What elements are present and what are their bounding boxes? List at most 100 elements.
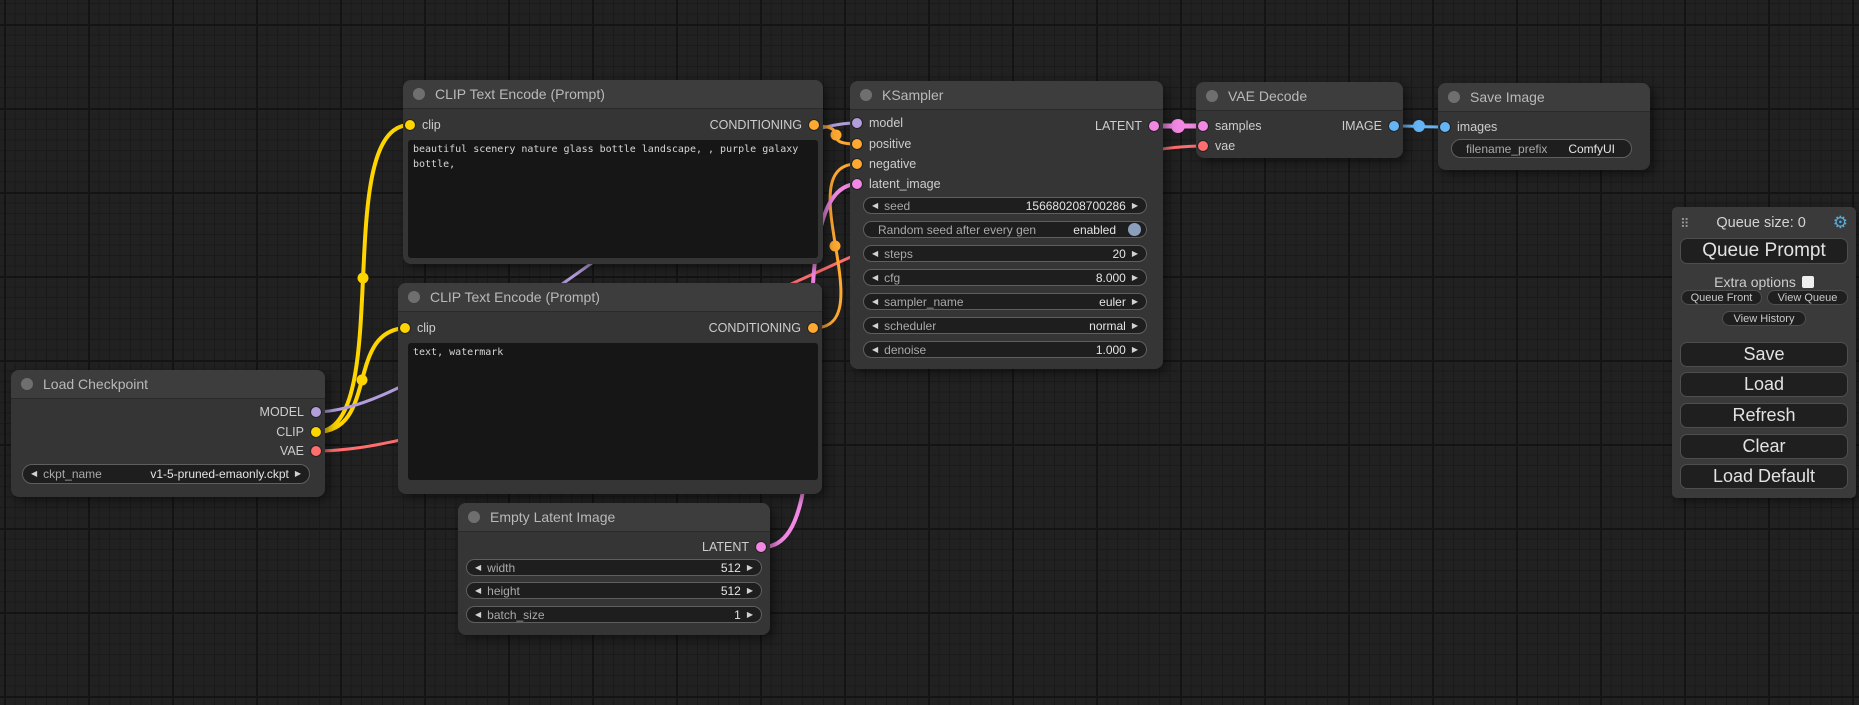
load-default-button[interactable]: Load Default bbox=[1680, 464, 1848, 489]
input-slot-clip[interactable]: clip bbox=[405, 117, 441, 133]
increment-icon[interactable]: ▶ bbox=[747, 587, 753, 595]
negative-input-dot[interactable] bbox=[852, 159, 862, 169]
output-slot-model[interactable]: MODEL bbox=[260, 404, 321, 420]
node-title-bar[interactable]: CLIP Text Encode (Prompt) bbox=[398, 283, 822, 312]
view-queue-button[interactable]: View Queue bbox=[1767, 290, 1848, 305]
conditioning-output-dot[interactable] bbox=[808, 323, 818, 333]
extra-options-label: Extra options bbox=[1714, 274, 1796, 290]
input-slot-vae[interactable]: vae bbox=[1198, 138, 1235, 154]
input-slot-samples[interactable]: samples bbox=[1198, 118, 1262, 134]
output-slot-vae[interactable]: VAE bbox=[280, 443, 321, 459]
settings-gear-icon[interactable]: ⚙ bbox=[1833, 215, 1848, 232]
vae-input-dot[interactable] bbox=[1198, 141, 1208, 151]
input-slot-latent-image[interactable]: latent_image bbox=[852, 176, 941, 192]
output-slot-latent[interactable]: LATENT bbox=[1095, 118, 1159, 134]
seed-widget[interactable]: ◀ seed 156680208700286 ▶ bbox=[863, 197, 1147, 214]
vae-output-dot[interactable] bbox=[311, 446, 321, 456]
random-seed-toggle-widget[interactable]: Random seed after every gen enabled bbox=[863, 221, 1147, 238]
node-clip-text-encode-negative[interactable]: CLIP Text Encode (Prompt) clip CONDITION… bbox=[398, 283, 822, 494]
decrement-icon[interactable]: ◀ bbox=[31, 470, 37, 478]
width-widget[interactable]: ◀ width 512 ▶ bbox=[466, 559, 762, 576]
node-title-bar[interactable]: Empty Latent Image bbox=[458, 503, 770, 532]
steps-widget[interactable]: ◀ steps 20 ▶ bbox=[863, 245, 1147, 262]
decrement-icon[interactable]: ◀ bbox=[475, 611, 481, 619]
input-slot-images[interactable]: images bbox=[1440, 119, 1497, 135]
output-slot-clip[interactable]: CLIP bbox=[276, 424, 321, 440]
conditioning-output-dot[interactable] bbox=[809, 120, 819, 130]
increment-icon[interactable]: ▶ bbox=[295, 470, 301, 478]
height-widget[interactable]: ◀ height 512 ▶ bbox=[466, 582, 762, 599]
output-slot-conditioning[interactable]: CONDITIONING bbox=[709, 320, 818, 336]
refresh-button[interactable]: Refresh bbox=[1680, 403, 1848, 428]
node-ksampler[interactable]: KSampler model positive negative latent_… bbox=[850, 81, 1163, 369]
clip-input-dot[interactable] bbox=[405, 120, 415, 130]
decrement-icon[interactable]: ◀ bbox=[872, 274, 878, 282]
queue-front-button[interactable]: Queue Front bbox=[1681, 290, 1762, 305]
increment-icon[interactable]: ▶ bbox=[1132, 298, 1138, 306]
output-slot-latent[interactable]: LATENT bbox=[702, 539, 766, 555]
clip-output-dot[interactable] bbox=[311, 427, 321, 437]
toggle-knob-icon[interactable] bbox=[1128, 223, 1141, 236]
clear-button[interactable]: Clear bbox=[1680, 434, 1848, 459]
filename-prefix-widget[interactable]: filename_prefix ComfyUI bbox=[1451, 139, 1632, 158]
output-slot-image[interactable]: IMAGE bbox=[1342, 118, 1399, 134]
decrement-icon[interactable]: ◀ bbox=[475, 564, 481, 572]
decrement-icon[interactable]: ◀ bbox=[872, 298, 878, 306]
node-title-bar[interactable]: Save Image bbox=[1438, 83, 1650, 112]
increment-icon[interactable]: ▶ bbox=[1132, 202, 1138, 210]
images-input-dot[interactable] bbox=[1440, 122, 1450, 132]
comfyui-canvas[interactable]: { "icons": { "gear": "⚙", "drag_handle":… bbox=[0, 0, 1859, 705]
node-clip-text-encode-positive[interactable]: CLIP Text Encode (Prompt) clip CONDITION… bbox=[403, 80, 823, 264]
node-empty-latent-image[interactable]: Empty Latent Image LATENT ◀ width 512 ▶ … bbox=[458, 503, 770, 635]
increment-icon[interactable]: ▶ bbox=[1132, 274, 1138, 282]
queue-prompt-button[interactable]: Queue Prompt bbox=[1680, 238, 1848, 264]
node-title-bar[interactable]: KSampler bbox=[850, 81, 1163, 110]
node-load-checkpoint[interactable]: Load Checkpoint MODEL CLIP VAE ◀ ckpt_na… bbox=[11, 370, 325, 497]
input-slot-positive[interactable]: positive bbox=[852, 136, 911, 152]
batch-size-widget[interactable]: ◀ batch_size 1 ▶ bbox=[466, 606, 762, 623]
samples-input-dot[interactable] bbox=[1198, 121, 1208, 131]
ckpt-name-widget[interactable]: ◀ ckpt_name v1-5-pruned-emaonly.ckpt ▶ bbox=[22, 464, 310, 484]
prompt-textarea[interactable]: text, watermark bbox=[408, 343, 818, 480]
latent-output-dot[interactable] bbox=[756, 542, 766, 552]
increment-icon[interactable]: ▶ bbox=[747, 611, 753, 619]
node-save-image[interactable]: Save Image images filename_prefix ComfyU… bbox=[1438, 83, 1650, 170]
increment-icon[interactable]: ▶ bbox=[747, 564, 753, 572]
clip-input-dot[interactable] bbox=[400, 323, 410, 333]
view-history-button[interactable]: View History bbox=[1722, 311, 1806, 326]
widget-label: width bbox=[487, 561, 515, 575]
model-input-dot[interactable] bbox=[852, 118, 862, 128]
cfg-widget[interactable]: ◀ cfg 8.000 ▶ bbox=[863, 269, 1147, 286]
latent-output-dot[interactable] bbox=[1149, 121, 1159, 131]
model-output-dot[interactable] bbox=[311, 407, 321, 417]
decrement-icon[interactable]: ◀ bbox=[475, 587, 481, 595]
load-button[interactable]: Load bbox=[1680, 372, 1848, 397]
extra-options-checkbox[interactable] bbox=[1802, 276, 1814, 288]
queue-panel: ⠿ Queue size: 0 ⚙ Queue Prompt Extra opt… bbox=[1672, 207, 1856, 498]
scheduler-widget[interactable]: ◀ scheduler normal ▶ bbox=[863, 317, 1147, 334]
denoise-widget[interactable]: ◀ denoise 1.000 ▶ bbox=[863, 341, 1147, 358]
drag-handle-icon[interactable]: ⠿ bbox=[1680, 217, 1690, 230]
latent-input-dot[interactable] bbox=[852, 179, 862, 189]
increment-icon[interactable]: ▶ bbox=[1132, 322, 1138, 330]
sampler-name-widget[interactable]: ◀ sampler_name euler ▶ bbox=[863, 293, 1147, 310]
node-vae-decode[interactable]: VAE Decode samples vae IMAGE bbox=[1196, 82, 1403, 158]
positive-input-dot[interactable] bbox=[852, 139, 862, 149]
save-button[interactable]: Save bbox=[1680, 342, 1848, 367]
increment-icon[interactable]: ▶ bbox=[1132, 346, 1138, 354]
decrement-icon[interactable]: ◀ bbox=[872, 322, 878, 330]
image-output-dot[interactable] bbox=[1389, 121, 1399, 131]
input-slot-negative[interactable]: negative bbox=[852, 156, 916, 172]
decrement-icon[interactable]: ◀ bbox=[872, 202, 878, 210]
input-slot-model[interactable]: model bbox=[852, 115, 903, 131]
output-slot-conditioning[interactable]: CONDITIONING bbox=[710, 117, 819, 133]
slot-label: CONDITIONING bbox=[710, 118, 802, 132]
node-title-bar[interactable]: VAE Decode bbox=[1196, 82, 1403, 111]
node-title-bar[interactable]: CLIP Text Encode (Prompt) bbox=[403, 80, 823, 109]
node-title-bar[interactable]: Load Checkpoint bbox=[11, 370, 325, 399]
increment-icon[interactable]: ▶ bbox=[1132, 250, 1138, 258]
decrement-icon[interactable]: ◀ bbox=[872, 250, 878, 258]
input-slot-clip[interactable]: clip bbox=[400, 320, 436, 336]
decrement-icon[interactable]: ◀ bbox=[872, 346, 878, 354]
prompt-textarea[interactable]: beautiful scenery nature glass bottle la… bbox=[408, 140, 818, 258]
